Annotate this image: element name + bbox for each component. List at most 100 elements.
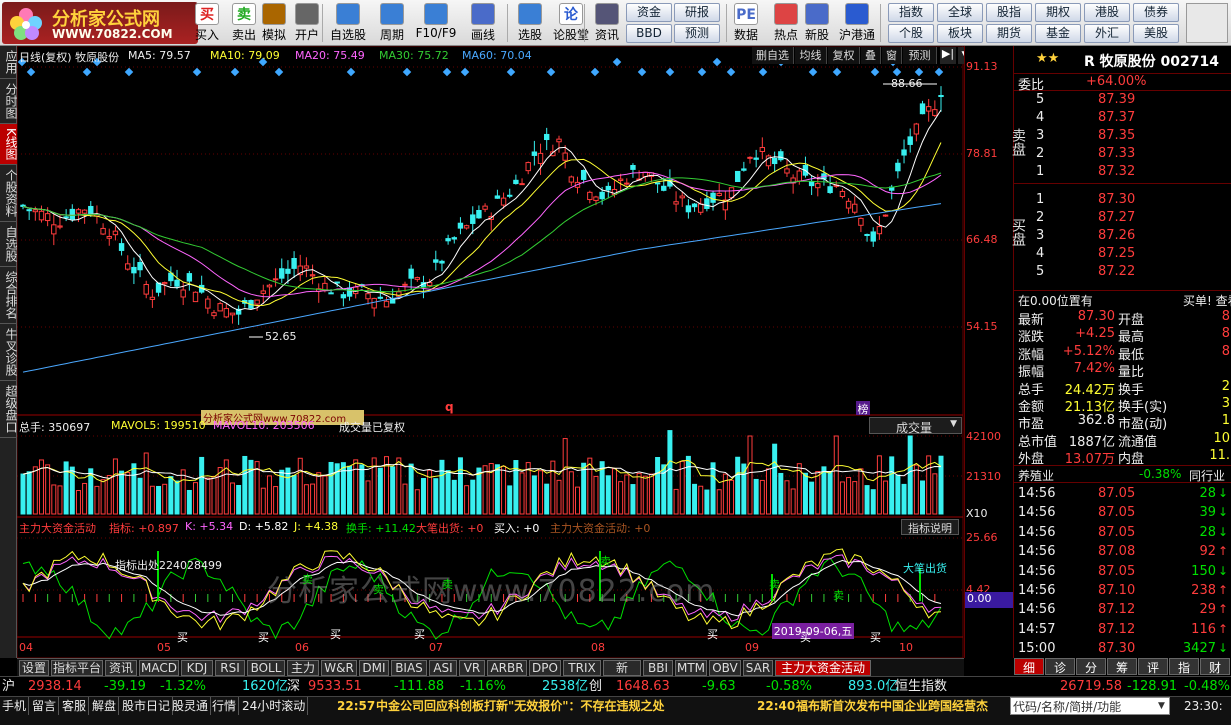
indicator-tab[interactable]: BOLL (247, 660, 285, 676)
ask-row[interactable]: 4 87.37 (1014, 110, 1231, 128)
left-tab[interactable]: 超级盘口 (0, 381, 18, 438)
indicator-tab[interactable]: 主力大资金活动 (775, 660, 871, 676)
indicator-tab[interactable]: 新DMA (603, 660, 641, 689)
market-btn[interactable]: 全球 (937, 3, 983, 22)
bid-row[interactable]: 4 87.25 (1014, 246, 1231, 264)
ticker-nav-item[interactable]: 客服 (60, 697, 90, 715)
bid-row[interactable]: 5 87.22 (1014, 264, 1231, 282)
ticker-nav-item[interactable]: 解盘 (90, 697, 120, 715)
chart-area[interactable]: 日线(复权) 牧原股份 MA5: 79.57 MA10: 79.09 MA20:… (17, 46, 972, 658)
toolbar-btn-hammer[interactable]: 模拟 (258, 3, 290, 44)
indicator-explain-button[interactable]: 指标说明 (901, 519, 959, 535)
indicator-tab[interactable]: 资讯 (105, 660, 137, 676)
toolbar-btn-f10[interactable]: F10/F9 (414, 3, 458, 44)
ticker-nav-item[interactable]: 股灵通 (170, 697, 212, 715)
indicator-tab[interactable]: DPO (529, 660, 561, 676)
indicator-tab[interactable]: DMI (359, 660, 389, 676)
left-tab[interactable]: 综合排名 (0, 267, 18, 324)
toolbar-btn-hk[interactable]: 沪港通 (838, 3, 876, 44)
indicator-tab[interactable]: 主力 (287, 660, 319, 676)
indicator-tab[interactable]: 指标平台 (51, 660, 103, 676)
indicator-tab[interactable]: OBV (709, 660, 741, 676)
toolbar-small-btn[interactable]: 预测 (674, 24, 720, 43)
toolbar-small-btn[interactable]: 研报 (674, 3, 720, 22)
kline-tool-btn[interactable]: 复权 (828, 47, 860, 64)
industry-peers-link[interactable]: 同行业 (1189, 467, 1225, 484)
kline-tool-btn[interactable]: 窗 (882, 47, 902, 64)
chevron-down-icon[interactable]: ▼ (1158, 697, 1165, 715)
quote-tab[interactable]: 细 (1014, 658, 1044, 675)
kline-tool-btn[interactable]: 均线 (795, 47, 827, 64)
market-btn[interactable]: 板块 (937, 24, 983, 43)
quote-tab[interactable]: 指 (1169, 658, 1199, 675)
toolbar-btn-sell[interactable]: 卖卖出 (228, 3, 260, 44)
ticker-nav-item[interactable]: 股市日记 (120, 697, 174, 715)
indicator-tab[interactable]: MACD (139, 660, 179, 676)
indicator-tab[interactable]: KDJ (181, 660, 213, 676)
toolbar-scroll-handle[interactable] (1186, 3, 1228, 43)
ticker-nav-item[interactable]: 行情 (210, 697, 240, 715)
news-headline[interactable]: 福布斯首次发布中国企业跨国经营杰 (796, 697, 1008, 715)
toolbar-btn-pe[interactable]: PE 数据 (732, 3, 760, 44)
quote-tab[interactable]: 财 (1200, 658, 1230, 675)
ticker-nav-item[interactable]: 手机 (0, 697, 30, 715)
quote-tab[interactable]: 诊 (1045, 658, 1075, 675)
left-tab[interactable]: 分时图 (0, 79, 18, 124)
toolbar-btn-keyboard[interactable]: 开户 (290, 3, 324, 44)
ask-row[interactable]: 1 87.32 (1014, 164, 1231, 182)
volume-select[interactable]: 成交量 ▼ (869, 417, 962, 435)
indicator-tab[interactable]: VR (459, 660, 485, 676)
toolbar-btn-chart[interactable]: 选股 (511, 3, 549, 44)
market-btn[interactable]: 期权 (1035, 3, 1081, 22)
market-btn[interactable]: 期货 (986, 24, 1032, 43)
position-link[interactable]: 买单! 查看 (1183, 292, 1231, 309)
market-btn[interactable]: 外汇 (1084, 24, 1130, 43)
star-icon[interactable]: ★★ (1036, 51, 1059, 66)
next-icon[interactable]: ▶| (940, 47, 956, 64)
industry-row[interactable]: 养殖业 -0.38% 同行业 (1014, 465, 1231, 483)
kline-tool-btn[interactable]: 删自选 (752, 47, 794, 64)
indicator-tab[interactable]: W&R (321, 660, 357, 676)
toolbar-small-btn[interactable]: 资金 (626, 3, 672, 22)
search-input[interactable]: 代码/名称/简拼/功能 (1010, 697, 1170, 715)
toolbar-btn-star[interactable]: 自选股 (328, 3, 368, 44)
market-btn[interactable]: 股指 (986, 3, 1032, 22)
indicator-tab[interactable]: BIAS (391, 660, 427, 676)
indicator-tab[interactable]: 设置 (19, 660, 49, 676)
market-btn[interactable]: 指数 (888, 3, 934, 22)
ask-row[interactable]: 5 87.39 (1014, 92, 1231, 110)
toolbar-btn-news[interactable]: 资讯 (593, 3, 621, 44)
left-tab[interactable]: K线图 (0, 124, 18, 165)
kline-tool-btn[interactable]: 预测 (903, 47, 937, 64)
market-btn[interactable]: 港股 (1084, 3, 1130, 22)
toolbar-small-btn[interactable]: BBD (626, 24, 672, 43)
indicator-tab[interactable]: ARBR (487, 660, 527, 676)
left-tab[interactable]: 牛叉诊股 (0, 324, 18, 381)
market-btn[interactable]: 基金 (1035, 24, 1081, 43)
indicator-tab[interactable]: ASI (429, 660, 457, 676)
news-headline[interactable]: 中金公司回应科创板打新"无效报价"：不存在违规之处 (376, 697, 738, 715)
left-tab[interactable]: 应用 (0, 46, 18, 79)
toolbar-btn-newstock[interactable]: 新股 (802, 3, 832, 44)
bid-row[interactable]: 1 87.30 (1014, 192, 1231, 210)
indicator-tab[interactable]: RSI (215, 660, 245, 676)
bid-row[interactable]: 2 87.27 (1014, 210, 1231, 228)
toolbar-btn-hot[interactable]: 热点 (770, 3, 802, 44)
market-btn[interactable]: 个股 (888, 24, 934, 43)
toolbar-btn-buy[interactable]: 买买入 (190, 3, 224, 44)
market-btn[interactable]: 美股 (1133, 24, 1179, 43)
quote-tab[interactable]: 评 (1138, 658, 1168, 675)
kline-tool-btn[interactable]: 叠 (861, 47, 881, 64)
indicator-tab[interactable]: BBI (643, 660, 673, 676)
ticker-nav-item[interactable]: 留言 (30, 697, 60, 715)
ask-row[interactable]: 2 87.33 (1014, 146, 1231, 164)
ask-row[interactable]: 3 87.35 (1014, 128, 1231, 146)
indicator-tab[interactable]: TRIX (563, 660, 601, 676)
left-tab[interactable]: 自选股 (0, 222, 18, 267)
indicator-tab[interactable]: SAR (743, 660, 773, 676)
market-btn[interactable]: 债券 (1133, 3, 1179, 22)
bid-row[interactable]: 3 87.26 (1014, 228, 1231, 246)
toolbar-btn-clock[interactable]: 周期 (372, 3, 412, 44)
quote-tab[interactable]: 筹 (1107, 658, 1137, 675)
indicator-tab[interactable]: MTM (675, 660, 707, 676)
